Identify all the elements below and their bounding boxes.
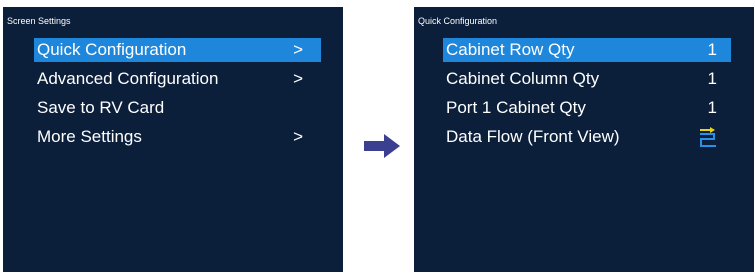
menu-item-quick-configuration[interactable]: Quick Configuration >: [34, 38, 321, 62]
menu-item-advanced-configuration[interactable]: Advanced Configuration >: [34, 67, 321, 91]
screen-settings-menu: Quick Configuration > Advanced Configura…: [3, 38, 343, 154]
chevron-right-icon: >: [293, 40, 303, 59]
menu-item-label: Advanced Configuration: [37, 69, 219, 88]
data-flow-icon: [700, 127, 716, 147]
menu-item-label: Save to RV Card: [37, 98, 165, 117]
menu-item-save-to-rv-card[interactable]: Save to RV Card: [34, 96, 321, 120]
menu-item-port-1-cabinet-qty[interactable]: Port 1 Cabinet Qty 1: [443, 96, 731, 120]
menu-item-label: Cabinet Column Qty: [446, 69, 600, 88]
menu-item-more-settings[interactable]: More Settings >: [34, 125, 321, 149]
cabinet-row-qty-value: 1: [707, 40, 717, 59]
menu-item-cabinet-row-qty[interactable]: Cabinet Row Qty 1: [443, 38, 731, 62]
screen-title: Screen Settings: [7, 16, 71, 26]
menu-item-data-flow[interactable]: Data Flow (Front View): [443, 125, 731, 149]
menu-item-label: More Settings: [37, 127, 142, 146]
menu-item-label: Data Flow (Front View): [446, 127, 620, 146]
menu-item-label: Port 1 Cabinet Qty: [446, 98, 586, 117]
chevron-right-icon: >: [293, 69, 303, 88]
screen-settings-panel: Screen Settings Quick Configuration > Ad…: [3, 7, 343, 272]
right-arrow-icon: [364, 134, 400, 158]
chevron-right-icon: >: [293, 127, 303, 146]
menu-item-cabinet-column-qty[interactable]: Cabinet Column Qty 1: [443, 67, 731, 91]
menu-item-label: Quick Configuration: [37, 40, 187, 59]
menu-item-label: Cabinet Row Qty: [446, 40, 575, 59]
cabinet-column-qty-value: 1: [707, 69, 717, 88]
quick-configuration-menu: Cabinet Row Qty 1 Cabinet Column Qty 1 P…: [414, 38, 754, 154]
screen-title: Quick Configuration: [418, 16, 498, 26]
port-1-cabinet-qty-value: 1: [707, 98, 717, 117]
quick-configuration-panel: Quick Configuration Cabinet Row Qty 1 Ca…: [414, 7, 754, 272]
